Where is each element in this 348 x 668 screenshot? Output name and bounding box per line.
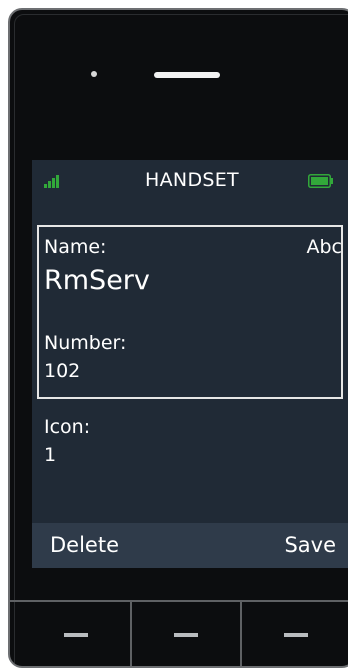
center-softkey-button[interactable] xyxy=(132,602,240,666)
icon-field[interactable]: 1 xyxy=(44,444,56,466)
number-label: Number: xyxy=(44,332,127,354)
minus-icon xyxy=(174,633,198,637)
softkey-bar: Delete Save xyxy=(32,523,348,568)
delete-softkey[interactable]: Delete xyxy=(50,533,119,557)
status-bar: HANDSET xyxy=(32,160,348,200)
input-mode-indicator: Abc xyxy=(306,236,342,258)
front-camera xyxy=(91,71,97,77)
earpiece-speaker xyxy=(154,72,220,78)
minus-icon xyxy=(64,633,88,637)
screen-title: HANDSET xyxy=(145,169,239,191)
save-softkey[interactable]: Save xyxy=(284,533,336,557)
minus-icon xyxy=(284,633,308,637)
name-field[interactable]: RmServ xyxy=(44,265,150,296)
softkey-buttons xyxy=(10,600,348,666)
left-softkey-button[interactable] xyxy=(10,602,130,666)
battery-full-icon xyxy=(308,173,334,188)
name-label: Name: xyxy=(44,236,107,258)
right-softkey-button[interactable] xyxy=(242,602,348,666)
handset-screen: HANDSET Name: Abc RmServ Number: 102 Ico… xyxy=(32,160,348,568)
number-field[interactable]: 102 xyxy=(44,360,80,382)
phone-device: HANDSET Name: Abc RmServ Number: 102 Ico… xyxy=(8,8,348,668)
icon-label: Icon: xyxy=(44,416,91,438)
